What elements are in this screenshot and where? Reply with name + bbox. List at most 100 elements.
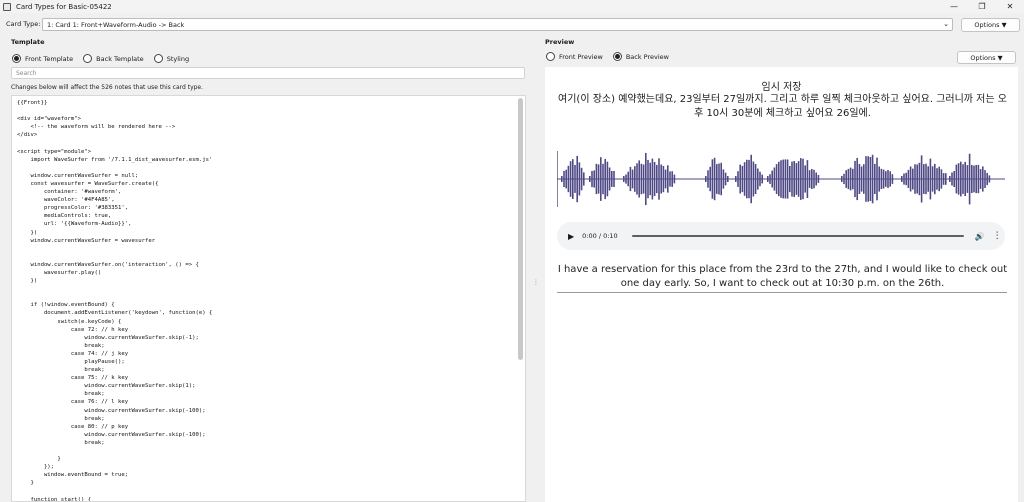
waveform-bar xyxy=(907,169,910,188)
waveform-bar xyxy=(623,176,625,182)
waveform-bar xyxy=(608,167,611,191)
waveform-bar xyxy=(780,160,782,198)
waveform-bar xyxy=(953,171,955,187)
waveform-bar xyxy=(925,163,927,195)
waveform-bar xyxy=(815,172,817,186)
waveform-bar xyxy=(759,171,761,187)
waveform-bar xyxy=(737,171,739,187)
tab-front-preview[interactable]: Front Preview xyxy=(546,52,603,61)
card-type-options-button[interactable]: Options ▼ xyxy=(961,18,1020,32)
waveform-bar xyxy=(578,162,581,196)
waveform-bar xyxy=(942,173,945,185)
preview-tabs: Front Preview Back Preview xyxy=(546,52,679,61)
panel-splitter[interactable]: ⦙ xyxy=(535,278,537,288)
minimize-button[interactable]: — xyxy=(940,0,968,13)
waveform-bar xyxy=(653,162,656,196)
waveform-bar xyxy=(754,164,757,194)
waveform-bar xyxy=(856,157,858,201)
waveform-bar xyxy=(909,166,912,192)
template-tabs: Front Template Back Template Styling xyxy=(12,54,199,63)
tab-front-template[interactable]: Front Template xyxy=(12,54,73,63)
tab-label: Back Preview xyxy=(625,52,669,61)
card-type-label: Card Type: xyxy=(6,20,41,28)
waveform-bar xyxy=(645,152,647,206)
waveform-bar xyxy=(887,170,889,188)
tab-label: Styling xyxy=(166,54,190,63)
waveform-bar xyxy=(984,170,986,188)
tab-styling[interactable]: Styling xyxy=(153,54,190,63)
waveform-bar xyxy=(591,171,593,188)
preview-panel: Preview Front Preview Back Preview Optio… xyxy=(541,34,1024,502)
waveform-bar xyxy=(667,165,669,193)
editor-scrollbar[interactable] xyxy=(518,98,523,360)
waveform-bar xyxy=(813,169,815,189)
waveform-bar xyxy=(767,176,769,182)
tab-label: Front Preview xyxy=(559,52,603,61)
waveform-bar xyxy=(705,176,707,182)
waveform-bar xyxy=(649,162,651,196)
waveform-bar xyxy=(735,176,737,182)
waveform-bar xyxy=(662,165,665,193)
waveform-bar xyxy=(595,163,598,195)
waveform-bar xyxy=(802,158,804,200)
waveform-bar xyxy=(929,158,932,200)
waveform-bar xyxy=(647,159,649,199)
waveform-bar xyxy=(966,165,969,193)
waveform-bar xyxy=(589,176,591,182)
waveform-bar xyxy=(918,162,921,196)
waveform-bar xyxy=(565,169,567,189)
card-type-select[interactable]: 1: Card 1: Front+Waveform-Audio -> Back … xyxy=(42,18,953,31)
waveform-bar xyxy=(874,163,876,194)
waveform-bar xyxy=(707,170,709,188)
maximize-button[interactable]: ❐ xyxy=(968,0,996,13)
play-icon[interactable]: ▶ xyxy=(568,232,574,241)
waveform-bar xyxy=(597,164,600,194)
audio-time: 0:00 / 0:10 xyxy=(582,232,618,240)
waveform-bar xyxy=(716,164,718,194)
waveform-bar xyxy=(658,158,660,200)
waveform-bar xyxy=(945,173,947,185)
waveform-bar xyxy=(797,161,800,197)
waveform-bar xyxy=(977,164,980,194)
waveform-bar xyxy=(903,173,905,185)
waveform-bar xyxy=(718,163,720,195)
waveform-bar xyxy=(576,155,578,203)
waveform-bar xyxy=(722,169,725,189)
waveform-bar xyxy=(923,164,925,194)
waveform-bar xyxy=(889,171,891,187)
window-title: Card Types for Basic-05422 xyxy=(16,2,112,11)
waveform-bar xyxy=(949,176,951,182)
waveform-bar xyxy=(871,154,874,204)
volume-icon[interactable]: 🔊 xyxy=(975,232,985,241)
radio-icon xyxy=(83,54,93,63)
waveform-bar xyxy=(940,169,943,189)
waveform[interactable] xyxy=(557,151,1005,207)
preview-heading: Preview xyxy=(545,38,575,46)
waveform-bar xyxy=(905,172,907,186)
template-code[interactable]: {{Front}} <div id="waveform"> <!-- the w… xyxy=(12,96,525,501)
waveform-bar xyxy=(743,162,746,196)
audio-progress-track[interactable] xyxy=(631,235,964,237)
template-code-editor[interactable]: {{Front}} <div id="waveform"> <!-- the w… xyxy=(11,95,526,502)
waveform-bar xyxy=(651,158,654,200)
waveform-bar xyxy=(982,166,984,192)
waveform-bar xyxy=(808,170,811,188)
waveform-bar xyxy=(979,169,982,189)
tab-back-template[interactable]: Back Template xyxy=(83,54,144,63)
waveform-bar xyxy=(845,170,847,188)
waveform-bar xyxy=(901,176,903,182)
preview-options-button[interactable]: Options ▼ xyxy=(957,51,1016,64)
waveform-bar xyxy=(664,169,667,189)
search-input[interactable]: Search xyxy=(11,67,525,79)
waveform-bar xyxy=(860,166,863,192)
more-options-icon[interactable]: ⋮ xyxy=(993,231,1002,241)
waveform-bar xyxy=(748,159,750,199)
waveform-bar xyxy=(986,172,988,186)
waveform-bar xyxy=(882,169,885,189)
close-button[interactable]: ✕ xyxy=(996,0,1024,13)
audio-player: ▶ 0:00 / 0:10 🔊 ⋮ xyxy=(557,222,1005,250)
tab-back-preview[interactable]: Back Preview xyxy=(612,52,669,61)
waveform-bar xyxy=(867,156,869,202)
waveform-bar xyxy=(876,157,878,201)
waveform-bar xyxy=(775,164,778,194)
